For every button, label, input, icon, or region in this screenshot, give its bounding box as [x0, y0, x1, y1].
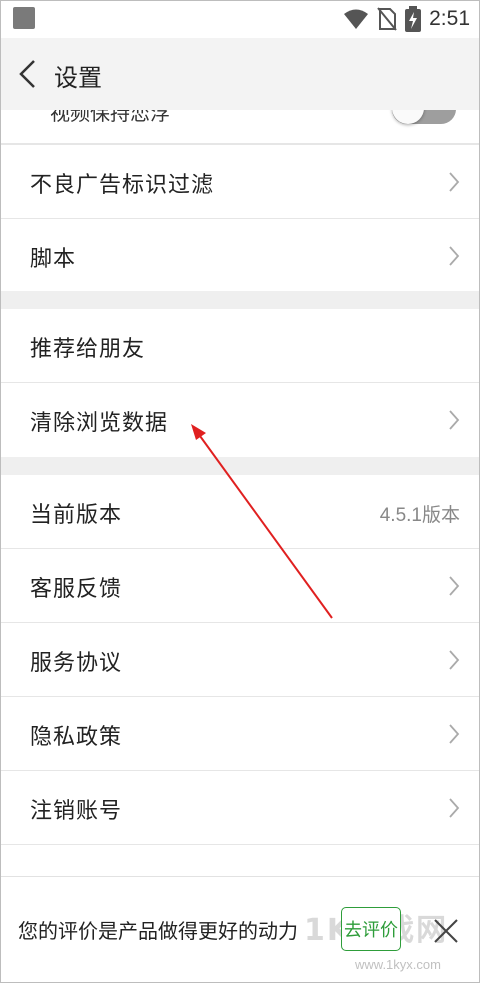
settings-row-ad-filter[interactable]: 不良广告标识过滤 [0, 145, 480, 219]
settings-row-feedback[interactable]: 客服反馈 [0, 549, 480, 623]
settings-row-label: 服务协议 [30, 651, 123, 676]
video-floating-toggle[interactable] [392, 110, 456, 124]
settings-row-video-floating[interactable]: 视频保持恋浮 [0, 110, 480, 144]
settings-row-share[interactable]: 推荐给朋友 [0, 309, 480, 383]
settings-row-label: 注销账号 [30, 799, 123, 824]
settings-row-label: 当前版本 [30, 503, 123, 528]
toggle-knob [392, 110, 424, 124]
settings-row-label: 推荐给朋友 [30, 337, 146, 362]
status-time: 2:51 [429, 7, 470, 30]
settings-row-privacy[interactable]: 隐私政策 [0, 697, 480, 771]
app-header: 设置 [0, 38, 480, 110]
chevron-right-icon [449, 798, 460, 818]
version-value: 4.5.1版本 [379, 505, 460, 526]
settings-row-label: 不良广告标识过滤 [30, 173, 215, 198]
settings-row-label: 隐私政策 [30, 725, 123, 750]
settings-row-version: 当前版本 4.5.1版本 [0, 475, 480, 549]
settings-row-service-agreement[interactable]: 服务协议 [0, 623, 480, 697]
settings-row-label: 视频保持恋浮 [50, 110, 170, 125]
chevron-right-icon [449, 246, 460, 266]
no-sim-icon [377, 7, 397, 31]
chevron-right-icon [449, 650, 460, 670]
chevron-right-icon [449, 576, 460, 596]
settings-row-label: 清除浏览数据 [30, 411, 169, 436]
rating-prompt-text: 您的评价是产品做得更好的动力 [18, 919, 298, 943]
settings-row-delete-account[interactable]: 注销账号 [0, 771, 480, 845]
settings-row-label: 脚本 [30, 247, 77, 272]
page-title: 设置 [54, 64, 102, 92]
settings-row-label: 客服反馈 [30, 577, 123, 602]
section-gap [0, 291, 480, 309]
status-bar: 2:51 [0, 0, 480, 38]
back-chevron-icon[interactable] [14, 58, 42, 90]
settings-row-script[interactable]: 脚本 [0, 219, 480, 293]
chevron-right-icon [449, 410, 460, 430]
rating-prompt-bar: 您的评价是产品做得更好的动力 1K游戏网 www.1kyx.com 去评价 [0, 876, 480, 984]
watermark-url: www.1kyx.com [355, 957, 441, 972]
notification-icon [13, 7, 35, 29]
chevron-right-icon [449, 172, 460, 192]
chevron-right-icon [449, 724, 460, 744]
section-gap [0, 457, 480, 475]
rate-button[interactable]: 去评价 [341, 907, 401, 951]
settings-row-clear-data[interactable]: 清除浏览数据 [0, 383, 480, 457]
wifi-icon [344, 9, 369, 29]
close-icon[interactable] [432, 917, 460, 945]
battery-charging-icon [405, 6, 422, 32]
